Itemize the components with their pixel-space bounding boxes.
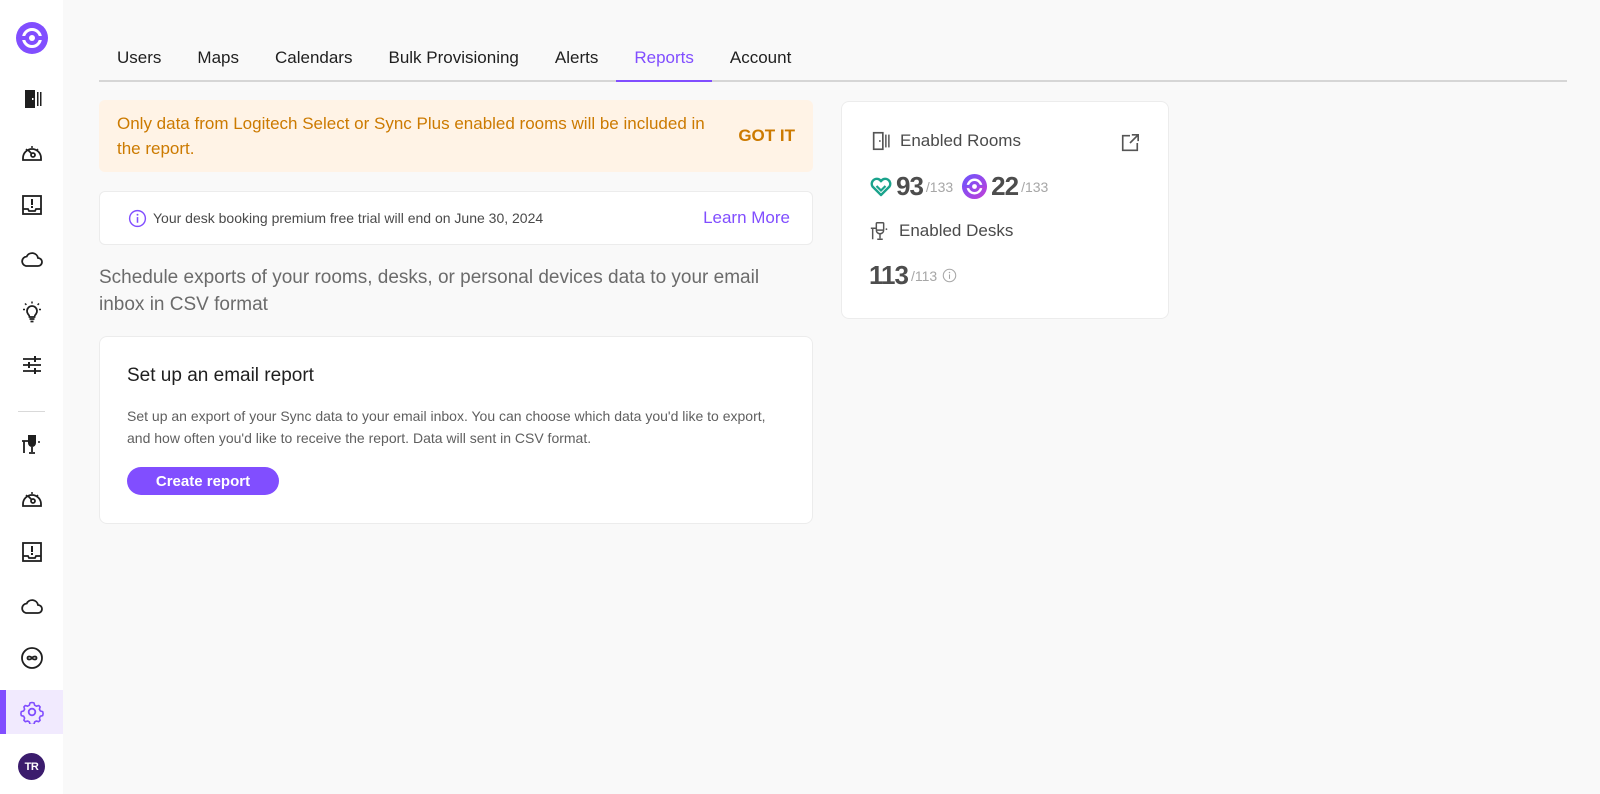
banner-message: Only data from Logitech Select or Sync P… — [117, 114, 705, 158]
info-icon[interactable] — [942, 268, 957, 283]
alert-tray-icon — [21, 195, 42, 215]
tab-users[interactable]: Users — [99, 40, 179, 80]
select-total: /133 — [925, 178, 954, 195]
speedometer-icon — [21, 492, 42, 507]
speedometer-icon — [21, 146, 42, 161]
sync-plus-total: /133 — [1021, 178, 1049, 195]
infinity-icon — [20, 647, 43, 669]
sidebar: TR — [0, 0, 63, 794]
desk-icon — [869, 220, 891, 242]
tab-alerts[interactable]: Alerts — [537, 40, 616, 80]
gear-icon — [19, 701, 44, 724]
logitech-sync-logo[interactable] — [16, 22, 48, 54]
sync-logo-icon — [16, 22, 48, 54]
trial-notice: Your desk booking premium free trial wil… — [99, 191, 813, 245]
learn-more-link[interactable]: Learn More — [703, 208, 790, 228]
enabled-desks-header: Enabled Desks — [869, 220, 1013, 242]
cloud-icon — [20, 599, 43, 614]
enabled-desks-counts: 113 /113 — [869, 260, 957, 291]
enabled-rooms-counts: 93 /133 22 /133 — [869, 171, 1048, 202]
desks-enabled-count: 113 — [869, 260, 909, 290]
enabled-rooms-header: Enabled Rooms — [870, 130, 1021, 152]
tab-reports[interactable]: Reports — [616, 40, 712, 82]
sync-plus-enabled-count: 22 — [991, 171, 1019, 201]
desks-total: /113 — [910, 267, 938, 284]
user-avatar[interactable]: TR — [18, 753, 45, 780]
email-report-description: Set up an export of your Sync data to yo… — [127, 408, 766, 446]
sidebar-item-rooms-insights[interactable] — [0, 130, 63, 174]
sidebar-item-rooms-cloud[interactable] — [0, 237, 63, 281]
select-syncplus-notice-banner: Only data from Logitech Select or Sync P… — [99, 100, 813, 172]
trial-message: Your desk booking premium free trial wil… — [153, 210, 544, 226]
alert-tray-icon — [21, 542, 42, 562]
room-door-icon — [24, 90, 41, 108]
email-report-title: Set up an email report — [127, 365, 314, 386]
sidebar-item-rooms-alerts[interactable] — [0, 183, 63, 227]
enabled-desks-label: Enabled Desks — [899, 221, 1014, 240]
sidebar-item-desks-insights[interactable] — [0, 476, 63, 520]
reports-intro-text: Schedule exports of your rooms, desks, o… — [99, 267, 760, 315]
info-icon — [128, 209, 147, 228]
sidebar-item-settings[interactable] — [0, 690, 63, 734]
settings-tabs: Users Maps Calendars Bulk Provisioning A… — [99, 40, 1567, 82]
sidebar-item-integrations[interactable] — [0, 636, 63, 680]
tab-bulk-provisioning[interactable]: Bulk Provisioning — [370, 40, 536, 80]
tab-account[interactable]: Account — [712, 40, 809, 80]
lightbulb-icon — [22, 301, 41, 323]
sidebar-item-rooms[interactable] — [0, 77, 63, 121]
sidebar-divider — [18, 411, 45, 412]
sync-plus-icon — [961, 173, 988, 200]
tab-calendars[interactable]: Calendars — [257, 40, 371, 80]
sidebar-item-desks[interactable] — [0, 422, 63, 466]
enabled-stats-card: Enabled Rooms 93 /133 22 /133 Enabled De… — [841, 101, 1169, 319]
sidebar-item-rooms-settings[interactable] — [0, 343, 63, 387]
sidebar-item-desks-cloud[interactable] — [0, 584, 63, 628]
sidebar-item-rooms-recommendations[interactable] — [0, 290, 63, 334]
desk-icon — [21, 435, 40, 454]
email-report-card: Set up an email report Set up an export … — [99, 336, 813, 524]
got-it-button[interactable]: GOT IT — [738, 126, 795, 146]
room-door-icon — [870, 130, 892, 152]
sidebar-item-desks-alerts[interactable] — [0, 530, 63, 574]
tab-maps[interactable]: Maps — [179, 40, 257, 80]
sliders-icon — [22, 356, 41, 374]
select-heart-icon — [869, 175, 893, 199]
select-enabled-count: 93 — [896, 171, 924, 201]
create-report-button[interactable]: Create report — [127, 467, 279, 495]
cloud-icon — [20, 252, 43, 267]
enabled-rooms-label: Enabled Rooms — [900, 131, 1021, 150]
external-link-icon[interactable] — [1119, 132, 1141, 154]
